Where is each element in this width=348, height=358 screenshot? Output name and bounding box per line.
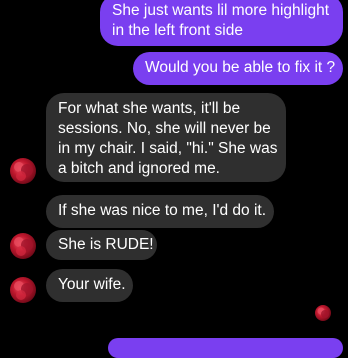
message-line: sessions. No, she will never be	[58, 120, 271, 137]
incoming-message: If she was nice to me, I'd do it.	[46, 195, 274, 228]
incoming-message: Your wife.	[46, 269, 133, 302]
message-line: She just wants lil more highlight	[112, 2, 330, 19]
incoming-message: For what she wants, it'll be sessions. N…	[46, 93, 286, 182]
message-line: in my chair. I said, "hi." She was	[58, 140, 278, 157]
message-line: Would you be able to fix it ?	[145, 59, 336, 76]
read-receipt-icon	[315, 305, 331, 321]
contact-avatar-icon[interactable]	[10, 158, 36, 184]
message-line: Your wife.	[58, 276, 126, 293]
contact-avatar-icon[interactable]	[10, 233, 36, 259]
message-line: If she was nice to me, I'd do it.	[58, 202, 267, 219]
outgoing-message: Would you be able to fix it ?	[133, 52, 343, 85]
outgoing-message: She just wants lil more highlight in the…	[100, 0, 343, 46]
incoming-message: She is RUDE!	[46, 230, 157, 260]
message-line: She is RUDE!	[58, 236, 154, 253]
message-line: a bitch and ignored me.	[58, 160, 220, 177]
outgoing-message	[108, 338, 343, 358]
message-line: For what she wants, it'll be	[58, 100, 241, 117]
contact-avatar-icon[interactable]	[10, 277, 36, 303]
message-line: in the left front side	[112, 22, 243, 39]
